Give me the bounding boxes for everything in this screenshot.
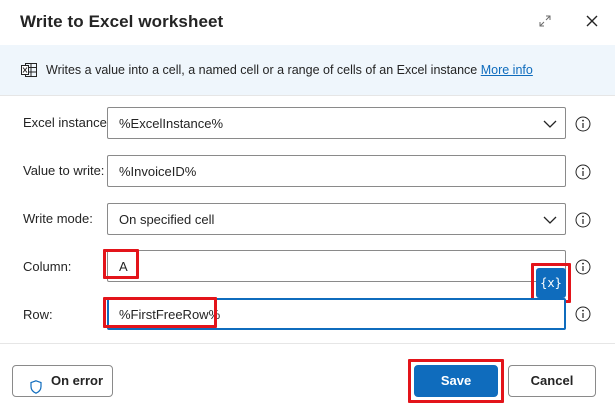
info-bar: Writes a value into a cell, a named cell… (0, 45, 615, 95)
info-description: Writes a value into a cell, a named cell… (46, 63, 478, 77)
chevron-down-icon[interactable] (543, 213, 557, 227)
on-error-label: On error (51, 373, 104, 388)
on-error-button[interactable]: On error (12, 365, 113, 397)
info-icon[interactable] (575, 212, 591, 228)
excel-instance-value: %ExcelInstance% (119, 116, 224, 131)
info-text: Writes a value into a cell, a named cell… (46, 63, 533, 77)
info-icon[interactable] (575, 164, 591, 180)
expand-icon[interactable] (536, 12, 554, 30)
value-to-write-input[interactable]: %InvoiceID% (107, 155, 566, 187)
write-mode-dropdown[interactable]: On specified cell (107, 203, 566, 235)
chevron-down-icon[interactable] (543, 117, 557, 131)
info-icon[interactable] (575, 306, 591, 322)
column-input[interactable]: A (107, 250, 566, 282)
divider (0, 95, 615, 96)
excel-instance-dropdown[interactable]: %ExcelInstance% (107, 107, 566, 139)
write-mode-value: On specified cell (119, 212, 215, 227)
excel-icon (21, 63, 37, 77)
column-label: Column: (23, 259, 72, 274)
cancel-button[interactable]: Cancel (508, 365, 596, 397)
value-to-write-label: Value to write: (23, 163, 105, 178)
shield-icon (30, 375, 42, 394)
info-icon[interactable] (575, 116, 591, 132)
row-label: Row: (23, 307, 53, 322)
close-icon[interactable] (583, 12, 601, 30)
save-button[interactable]: Save (414, 365, 498, 397)
column-highlight-box (103, 249, 139, 279)
excel-instance-label: Excel instance: (23, 115, 111, 130)
info-icon[interactable] (575, 259, 591, 275)
insert-variable-button[interactable]: {x} (536, 268, 566, 298)
write-mode-label: Write mode: (23, 211, 93, 226)
divider (0, 343, 615, 344)
dialog-titlebar: Write to Excel worksheet (0, 0, 615, 45)
dialog-title: Write to Excel worksheet (20, 12, 224, 31)
row-highlight-box (103, 297, 217, 328)
value-to-write-value: %InvoiceID% (119, 164, 197, 179)
more-info-link[interactable]: More info (481, 63, 533, 77)
